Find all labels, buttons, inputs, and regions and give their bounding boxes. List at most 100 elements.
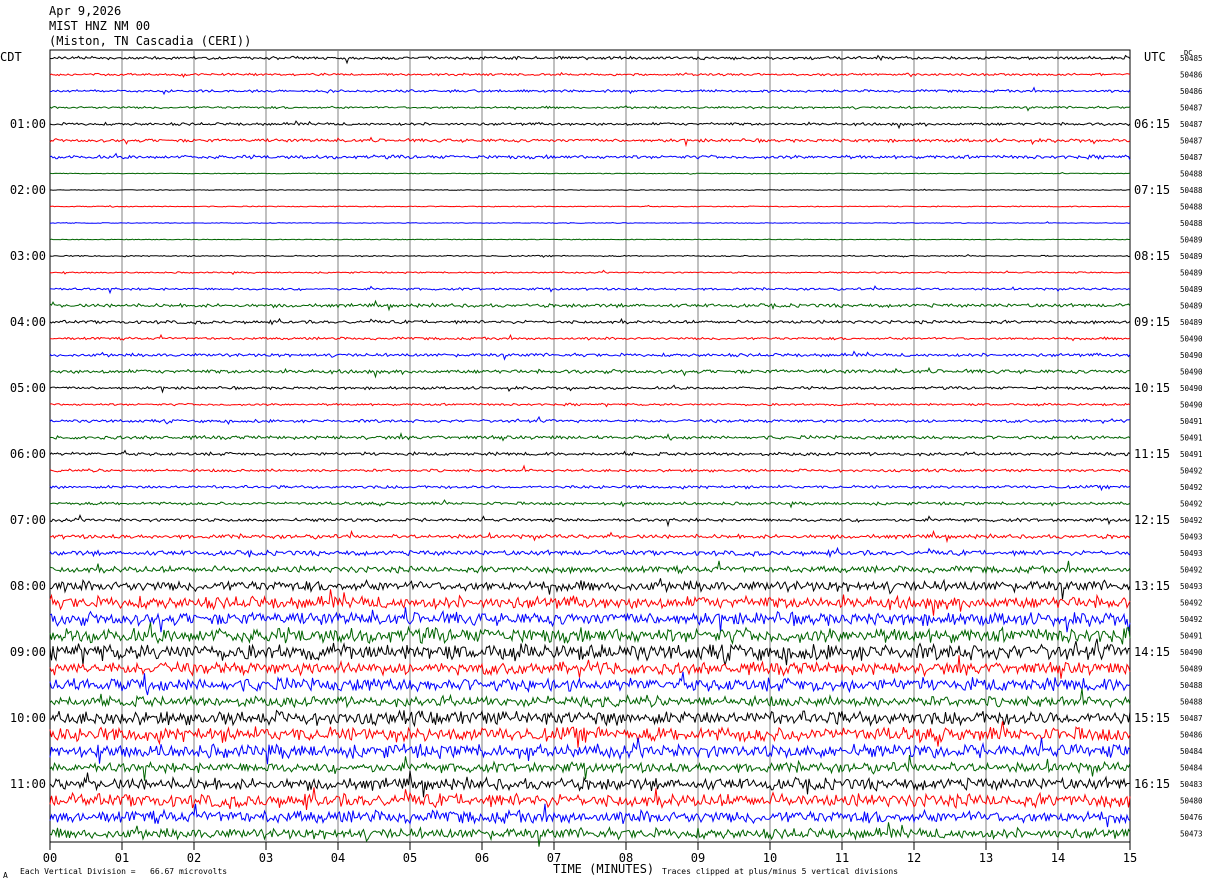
x-tick-label: 01 bbox=[115, 851, 129, 865]
trace-row-30 bbox=[49, 546, 1131, 559]
right-axis-label: UTC bbox=[1144, 50, 1166, 64]
dc-offset-label: 50488 bbox=[1180, 186, 1203, 195]
clip-note: Traces clipped at plus/minus 5 vertical … bbox=[662, 867, 899, 876]
dc-offset-label: 50483 bbox=[1180, 780, 1203, 789]
dc-offset-label: 50486 bbox=[1180, 71, 1203, 80]
scale-note: Each Vertical Division = 66.67 microvolt… bbox=[20, 867, 228, 876]
right-time-label: 06:15 bbox=[1134, 117, 1170, 131]
dc-offset-label: 50491 bbox=[1180, 632, 1203, 641]
dc-offset-label: 50486 bbox=[1180, 87, 1203, 96]
header-date: Apr 9,2026 bbox=[49, 4, 122, 18]
dc-offset-label: 50489 bbox=[1180, 252, 1203, 261]
x-tick-label: 13 bbox=[979, 851, 993, 865]
dc-offset-label: 50480 bbox=[1180, 797, 1203, 806]
left-time-label: 11:00 bbox=[10, 777, 46, 791]
right-time-label: 13:15 bbox=[1134, 579, 1170, 593]
dc-label: DC bbox=[1184, 49, 1193, 57]
right-time-label: 08:15 bbox=[1134, 249, 1170, 263]
trace-row-31 bbox=[49, 560, 1131, 575]
dc-offset-label: 50487 bbox=[1180, 120, 1203, 129]
dc-offset-label: 50493 bbox=[1180, 582, 1203, 591]
dc-offset-label: 50490 bbox=[1180, 368, 1203, 377]
dc-offset-label: 50490 bbox=[1180, 351, 1203, 360]
trace-row-46 bbox=[49, 803, 1131, 828]
left-time-label: 01:00 bbox=[10, 117, 46, 131]
header-location: (Miston, TN Cascadia (CERI)) bbox=[49, 34, 252, 48]
trace-row-42 bbox=[49, 737, 1131, 765]
trace-row-19 bbox=[49, 366, 1130, 379]
dc-offset-label: 50490 bbox=[1180, 384, 1203, 393]
trace-row-40 bbox=[49, 709, 1131, 728]
dc-offset-label: 50492 bbox=[1180, 516, 1203, 525]
dc-offset-label: 50492 bbox=[1180, 500, 1203, 509]
trace-row-6 bbox=[49, 152, 1131, 161]
dc-offset-label: 50492 bbox=[1180, 615, 1203, 624]
dc-offset-label: 50488 bbox=[1180, 698, 1203, 707]
minute-gridlines bbox=[121, 50, 1059, 842]
trace-row-21 bbox=[49, 402, 1131, 408]
dc-offset-label: 50491 bbox=[1180, 434, 1203, 443]
dc-offset-label: 50488 bbox=[1180, 203, 1203, 212]
left-time-label: 03:00 bbox=[10, 249, 46, 263]
trace-row-28 bbox=[49, 514, 1131, 528]
dc-offset-label: 50484 bbox=[1180, 747, 1203, 756]
plot-frame bbox=[49, 49, 1131, 843]
x-tick-label: 14 bbox=[1051, 851, 1065, 865]
left-time-labels: 01:00 02:00 03:00 04:00 05:00 06:00 07:00 08:00… bbox=[10, 117, 46, 791]
trace-row-44 bbox=[49, 770, 1131, 798]
right-time-label: 16:15 bbox=[1134, 777, 1170, 791]
trace-row-20 bbox=[49, 384, 1131, 394]
dc-offset-label: 50486 bbox=[1180, 731, 1203, 740]
trace-row-10 bbox=[49, 221, 1131, 224]
x-tick-label: 11 bbox=[835, 851, 849, 865]
left-time-label: 10:00 bbox=[10, 711, 46, 725]
dc-offset-label: 50490 bbox=[1180, 648, 1203, 657]
dc-offset-label: 50489 bbox=[1180, 318, 1203, 327]
dc-offset-label: 50488 bbox=[1180, 681, 1203, 690]
header-station: MIST HNZ NM 00 bbox=[49, 19, 151, 33]
dc-offset-label: 50490 bbox=[1180, 335, 1203, 344]
dc-offset-label: 50492 bbox=[1180, 566, 1203, 575]
left-time-label: 04:00 bbox=[10, 315, 46, 329]
dc-offset-label: 50488 bbox=[1180, 170, 1203, 179]
x-tick-label: 15 bbox=[1123, 851, 1137, 865]
right-time-label: 07:15 bbox=[1134, 183, 1170, 197]
trace-row-1 bbox=[49, 71, 1131, 78]
trace-row-36 bbox=[49, 638, 1130, 666]
dc-offset-label: 50487 bbox=[1180, 153, 1203, 162]
trace-row-33 bbox=[49, 589, 1131, 616]
right-time-label: 14:15 bbox=[1134, 645, 1170, 659]
x-tick-label: 00 bbox=[43, 851, 57, 865]
left-time-label: 07:00 bbox=[10, 513, 46, 527]
trace-row-17 bbox=[49, 333, 1131, 342]
trace-row-4 bbox=[49, 120, 1131, 130]
trace-row-18 bbox=[49, 350, 1131, 361]
dc-offset-label: 50487 bbox=[1180, 104, 1203, 113]
dc-offset-label: 50492 bbox=[1180, 599, 1203, 608]
right-time-labels: 06:15 07:15 08:15 09:15 10:15 11:15 12:15 13:15… bbox=[1134, 117, 1170, 791]
left-time-label: 08:00 bbox=[10, 579, 46, 593]
trace-row-38 bbox=[49, 671, 1131, 696]
dc-offset-label: 50491 bbox=[1180, 417, 1203, 426]
dc-offset-label: 50489 bbox=[1180, 665, 1203, 674]
trace-row-3 bbox=[49, 105, 1131, 112]
trace-row-47 bbox=[49, 822, 1131, 847]
dc-offset-label: 50487 bbox=[1180, 137, 1203, 146]
dc-offset-label: 50489 bbox=[1180, 285, 1203, 294]
x-tick-label: 03 bbox=[259, 851, 273, 865]
x-tick-label: 06 bbox=[475, 851, 489, 865]
left-time-label: 05:00 bbox=[10, 381, 46, 395]
left-axis-label: CDT bbox=[0, 50, 22, 64]
right-time-label: 11:15 bbox=[1134, 447, 1170, 461]
trace-row-8 bbox=[50, 188, 1130, 192]
left-time-label: 06:00 bbox=[10, 447, 46, 461]
left-time-label: 09:00 bbox=[10, 645, 46, 659]
dc-offset-label: 50489 bbox=[1180, 302, 1203, 311]
x-tick-label: 12 bbox=[907, 851, 921, 865]
trace-row-12 bbox=[49, 253, 1131, 258]
trace-row-45 bbox=[49, 787, 1131, 810]
dc-offset-label: 50488 bbox=[1180, 219, 1203, 228]
trace-row-29 bbox=[49, 529, 1131, 544]
dc-offset-label: 50493 bbox=[1180, 549, 1203, 558]
x-axis-title: TIME (MINUTES) bbox=[553, 862, 655, 876]
